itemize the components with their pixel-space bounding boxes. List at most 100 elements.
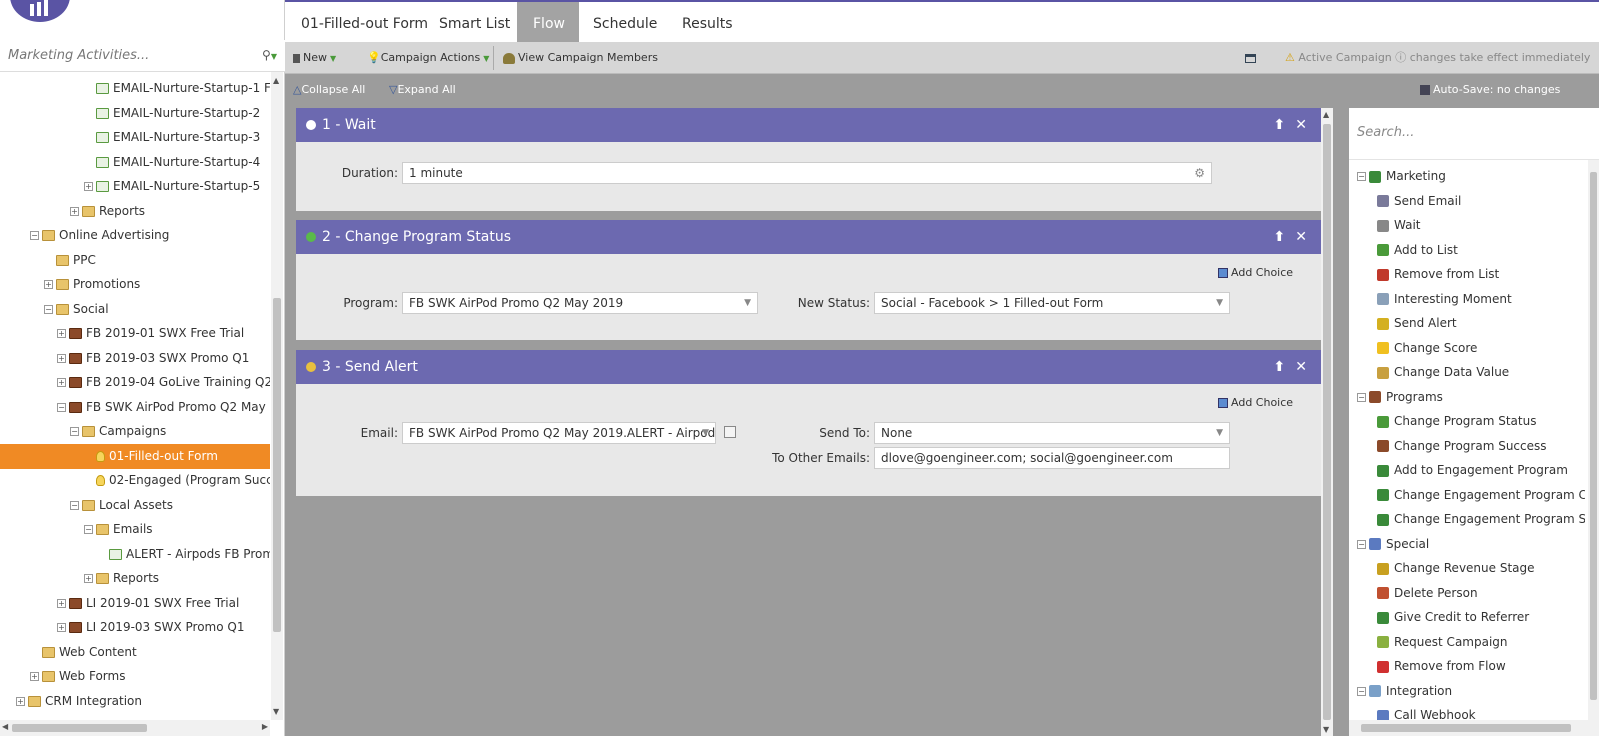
tab-results[interactable]: Results [666, 2, 749, 42]
scroll-thumb[interactable] [12, 724, 147, 732]
new-status-select[interactable]: Social - Facebook > 1 Filled-out Form ▼ [874, 292, 1230, 314]
tree-item[interactable]: + EMAIL-Nurture-Startup-5 [0, 174, 270, 199]
scroll-thumb[interactable] [1361, 724, 1571, 732]
tree-item[interactable]: 01-Filled-out Form [0, 443, 270, 469]
tree-item[interactable]: − Campaigns [0, 419, 270, 444]
palette-search-input[interactable]: Search... [1349, 108, 1599, 160]
gear-icon[interactable]: ⚙ [1194, 163, 1205, 183]
palette-item[interactable]: Change Score [1349, 336, 1585, 361]
tree-item[interactable]: + LI 2019-03 SWX Promo Q1 [0, 615, 270, 640]
expand-node-icon[interactable]: + [44, 280, 53, 289]
collapse-node-icon[interactable]: − [57, 402, 66, 412]
filter-icon[interactable]: ⚲▼ [262, 48, 277, 62]
tree-item[interactable]: EMAIL-Nurture-Startup-1 Fan [0, 76, 270, 101]
tree-item[interactable]: − Local Assets [0, 493, 270, 518]
view-campaign-members-button[interactable]: View Campaign Members [503, 42, 658, 74]
tree-item[interactable]: + Promotions [0, 272, 270, 297]
tree-item[interactable]: PPC [0, 248, 270, 273]
palette-item[interactable]: Change Program Status [1349, 409, 1585, 434]
tree-item[interactable]: ALERT - Airpods FB Promo [0, 542, 270, 567]
palette-item[interactable]: Send Alert [1349, 311, 1585, 336]
tree-item[interactable]: EMAIL-Nurture-Startup-4 [0, 150, 270, 175]
palette-scrollbar[interactable] [1588, 160, 1599, 720]
tree-item[interactable]: EMAIL-Nurture-Startup-3 [0, 125, 270, 150]
collapse-node-icon[interactable]: − [70, 427, 79, 436]
scroll-thumb[interactable] [1323, 124, 1331, 720]
tree-item[interactable]: − Emails [0, 517, 270, 542]
collapse-node-icon[interactable]: − [1357, 686, 1366, 696]
new-menu-button[interactable]: New ▼ [293, 42, 336, 74]
tree-item[interactable]: + FB 2019-04 GoLive Training Q2 [0, 370, 270, 395]
tree-item[interactable]: + Reports [0, 199, 270, 224]
tree-item[interactable]: − Social [0, 297, 270, 322]
tree-item[interactable]: + LI 2019-01 SWX Free Trial [0, 591, 270, 616]
tree-horizontal-scrollbar[interactable]: ◀ ▶ [0, 720, 270, 736]
collapse-node-icon[interactable]: − [1357, 172, 1366, 181]
expand-node-icon[interactable]: + [57, 598, 66, 608]
tree-vertical-scrollbar[interactable]: ▲ ▼ [271, 72, 283, 720]
preview-email-icon[interactable] [724, 426, 736, 438]
scroll-left-icon[interactable]: ◀ [2, 722, 8, 731]
window-icon[interactable] [1245, 42, 1256, 74]
close-icon[interactable]: ✕ [1295, 229, 1307, 245]
palette-item[interactable]: Request Campaign [1349, 630, 1585, 655]
marketo-logo[interactable] [10, 0, 70, 22]
palette-item[interactable]: Remove from List [1349, 262, 1585, 287]
canvas-scrollbar[interactable]: ▲ ▼ [1321, 108, 1333, 736]
palette-item[interactable]: Interesting Moment [1349, 287, 1585, 312]
tree-item[interactable]: + FB 2019-03 SWX Promo Q1 [0, 346, 270, 371]
scroll-right-icon[interactable]: ▶ [262, 722, 268, 731]
palette-group[interactable]: − Integration [1349, 679, 1585, 704]
tree-item[interactable]: EMAIL-Nurture-Startup-2 [0, 101, 270, 126]
palette-item[interactable]: Remove from Flow [1349, 654, 1585, 679]
close-icon[interactable]: ✕ [1295, 117, 1307, 133]
tab-flow[interactable]: Flow [517, 2, 579, 42]
marketing-activities-search[interactable]: Marketing Activities... ⚲▼ [0, 40, 285, 72]
scroll-thumb[interactable] [1590, 172, 1597, 700]
tree-item[interactable]: + Reports [0, 566, 270, 591]
collapse-all-button[interactable]: △Collapse All [293, 83, 365, 96]
expand-node-icon[interactable]: + [16, 696, 25, 706]
palette-item[interactable]: Change Program Success [1349, 434, 1585, 459]
tree-item[interactable]: 02-Engaged (Program Succes [0, 468, 270, 493]
collapse-node-icon[interactable]: − [1357, 392, 1366, 402]
step-header[interactable]: 1 - Wait ⬆ ✕ [296, 108, 1321, 142]
tree-item[interactable]: + FB 2019-01 SWX Free Trial [0, 321, 270, 346]
email-select[interactable]: FB SWK AirPod Promo Q2 May 2019.ALERT - … [402, 422, 716, 444]
scroll-down-icon[interactable]: ▼ [273, 707, 279, 716]
palette-item[interactable]: Change Engagement Program Strea [1349, 507, 1585, 532]
duration-field[interactable]: 1 minute ⚙ [402, 162, 1212, 184]
palette-item[interactable]: Change Revenue Stage [1349, 556, 1585, 581]
tree-item[interactable]: Web Content [0, 640, 270, 665]
palette-item[interactable]: Change Engagement Program Cade [1349, 483, 1585, 508]
tab-smart-list[interactable]: Smart List [423, 2, 526, 42]
palette-item[interactable]: Change Data Value [1349, 360, 1585, 385]
step-header[interactable]: 3 - Send Alert ⬆ ✕ [296, 350, 1321, 384]
collapse-node-icon[interactable]: − [1357, 539, 1366, 549]
palette-item[interactable]: Delete Person [1349, 581, 1585, 606]
palette-item[interactable]: Add to List [1349, 238, 1585, 263]
palette-group[interactable]: − Programs [1349, 385, 1585, 410]
tree-item[interactable]: + Web Forms [0, 664, 270, 689]
expand-node-icon[interactable]: + [84, 574, 93, 583]
move-up-icon[interactable]: ⬆ [1274, 359, 1286, 375]
step-header[interactable]: 2 - Change Program Status ⬆ ✕ [296, 220, 1321, 254]
campaign-actions-button[interactable]: 💡Campaign Actions ▼ [367, 42, 489, 74]
tree-item[interactable]: + CRM Integration [0, 689, 270, 714]
expand-node-icon[interactable]: + [57, 353, 66, 363]
palette-group[interactable]: − Special [1349, 532, 1585, 557]
collapse-node-icon[interactable]: − [70, 500, 79, 510]
collapse-node-icon[interactable]: − [30, 231, 39, 240]
scroll-up-icon[interactable]: ▲ [1323, 110, 1329, 119]
palette-group[interactable]: − Marketing [1349, 164, 1585, 189]
palette-item[interactable]: Send Email [1349, 189, 1585, 214]
send-to-select[interactable]: None ▼ [874, 422, 1230, 444]
program-select[interactable]: FB SWK AirPod Promo Q2 May 2019 ▼ [402, 292, 758, 314]
collapse-node-icon[interactable]: − [44, 304, 53, 314]
move-up-icon[interactable]: ⬆ [1274, 229, 1286, 245]
add-choice-button[interactable]: Add Choice [1218, 396, 1293, 409]
collapse-node-icon[interactable]: − [84, 525, 93, 534]
expand-node-icon[interactable]: + [30, 672, 39, 681]
expand-node-icon[interactable]: + [84, 182, 93, 191]
tab-form[interactable]: 01-Filled-out Form [285, 2, 444, 42]
